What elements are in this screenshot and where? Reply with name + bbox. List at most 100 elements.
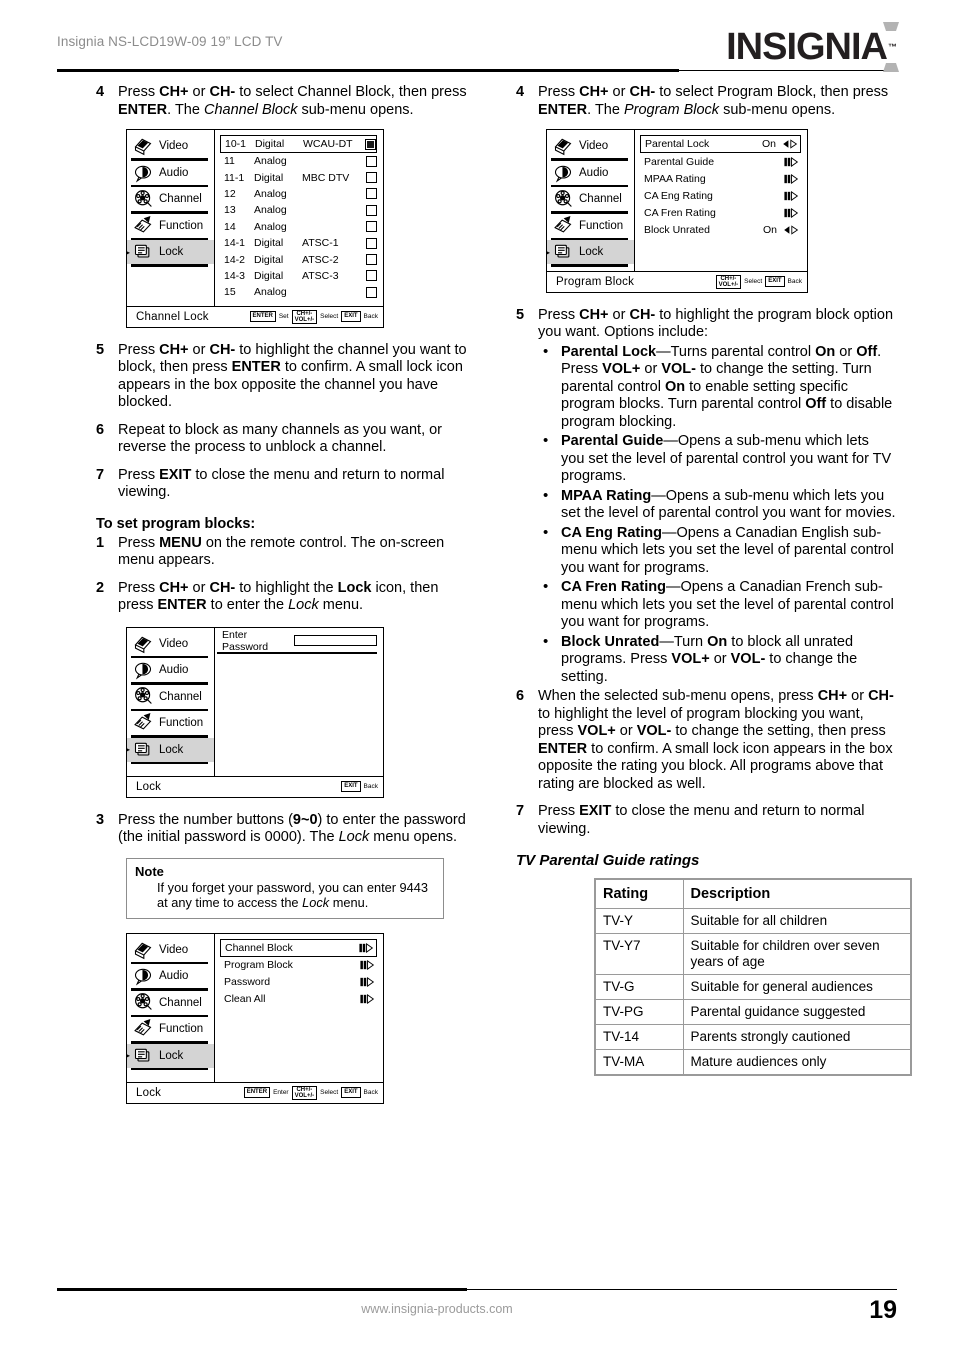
menu-option-label: Program Block [224, 959, 293, 972]
table-row[interactable]: 13 Analog [220, 202, 377, 218]
channel-block-menu-screenshot: Video Audio Channel Function ▸ Lock 10-1 Digit… [126, 129, 384, 328]
menu-option-control[interactable] [781, 207, 801, 218]
channel-type: Digital [254, 269, 284, 282]
menu-sidebar-item-audio[interactable]: Audio [127, 161, 214, 185]
menu-option-control[interactable] [357, 960, 377, 971]
lock-checkbox[interactable] [366, 237, 377, 249]
table-row[interactable]: 11 Analog [220, 153, 377, 169]
lock-checkbox[interactable] [366, 270, 377, 282]
menu-option-row[interactable]: Parental Lock On [640, 135, 801, 153]
bars-right-icon [783, 207, 798, 218]
menu-sidebar-item-function[interactable]: Function [127, 1017, 214, 1041]
menu-option-control[interactable] [356, 942, 376, 953]
menu-option-control[interactable] [357, 977, 377, 988]
audio-icon [550, 163, 576, 183]
menu-sidebar-items-lock: Video Audio Channel Function ▸ Lock [126, 938, 214, 1071]
password-input[interactable] [293, 635, 377, 647]
lock-checkbox[interactable] [366, 172, 377, 184]
menu-sidebar-item-video[interactable]: Video [127, 938, 214, 962]
menu-option-control[interactable] [781, 173, 801, 184]
menu-footer-label: Lock [136, 1086, 162, 1099]
step-pb-1: 1 Press MENU on the remote control. The … [96, 535, 476, 570]
list-item: CA Eng Rating—Opens a Canadian English s… [538, 524, 896, 578]
bars-right-icon [359, 977, 374, 988]
step-number: 6 [516, 688, 525, 704]
description-cell: Parents strongly cautioned [682, 1024, 912, 1050]
menu-option-row[interactable]: MPAA Rating [640, 170, 801, 187]
menu-option-row[interactable]: Clean All [220, 991, 377, 1008]
remote-key-hint-label: Enter [273, 1089, 289, 1097]
table-row[interactable]: 15 Analog [220, 284, 377, 300]
step-pb-3: 3 Press the number buttons (9~0) to ente… [96, 812, 476, 847]
step-right-4: 4 Press CH+ or CH- to select Program Blo… [516, 84, 896, 119]
menu-option-control[interactable] [781, 224, 801, 235]
channel-type: Analog [254, 155, 287, 168]
menu-sidebar-item-channel[interactable]: Channel [127, 685, 214, 709]
table-column-header: Description [682, 878, 912, 909]
menu-hints-prog: CH+/- VOL+/- Select EXIT Back [715, 274, 802, 289]
menu-option-control[interactable] [780, 139, 800, 149]
menu-sidebar-item-audio[interactable]: Audio [127, 658, 214, 682]
menu-sidebar-item-video[interactable]: Video [127, 632, 214, 656]
menu-sidebar-item-label: Video [159, 637, 189, 650]
password-pane: Enter Password [215, 628, 383, 776]
menu-option-row[interactable]: CA Eng Rating [640, 187, 801, 204]
lock-checkbox[interactable] [366, 204, 377, 216]
menu-sidebar-item-channel[interactable]: Channel [547, 187, 634, 211]
channel-type: Digital [254, 237, 284, 250]
table-row[interactable]: 14-2 Digital ATSC-2 [220, 251, 377, 267]
menu-sidebar-item-function[interactable]: Function [127, 214, 214, 238]
menu-sidebar-item-function[interactable]: Function [127, 711, 214, 735]
selection-caret-icon: ▸ [126, 745, 131, 755]
menu-sidebar-item-audio[interactable]: Audio [547, 161, 634, 185]
table-column-header: Rating [594, 878, 684, 909]
menu-option-label: Block Unrated [644, 223, 710, 236]
menu-sidebar-item-audio[interactable]: Audio [127, 964, 214, 988]
menu-option-row[interactable]: Parental Guide [640, 153, 801, 170]
menu-sidebar-item-lock[interactable]: ▸ Lock [546, 240, 634, 264]
rating-cell: TV-14 [594, 1024, 684, 1050]
insignia-logo-text: INSIGNIA [726, 25, 888, 68]
menu-option-row[interactable]: Password [220, 974, 377, 991]
menu-sidebar-item-function[interactable]: Function [547, 214, 634, 238]
table-row[interactable]: 14-3 Digital ATSC-3 [220, 268, 377, 284]
menu-option-row[interactable]: CA Fren Rating [640, 204, 801, 221]
table-row[interactable]: 14-1 Digital ATSC-1 [220, 235, 377, 251]
table-row[interactable]: 11-1 Digital MBC DTV [220, 169, 377, 185]
menu-option-row[interactable]: Channel Block [220, 938, 377, 957]
step-left-5: 5 Press CH+ or CH- to highlight the chan… [96, 342, 476, 412]
selection-caret-icon: ▸ [126, 247, 131, 257]
menu-option-row[interactable]: Program Block [220, 957, 377, 974]
table-row[interactable]: 10-1 Digital WCAU-DT [220, 135, 377, 153]
lock-checkbox-checked[interactable] [365, 138, 376, 150]
lock-checkbox[interactable] [366, 188, 377, 200]
lock-checkbox[interactable] [366, 221, 377, 233]
menu-option-control[interactable] [781, 190, 801, 201]
menu-sidebar-item-lock[interactable]: ▸ Lock [126, 240, 214, 264]
table-row[interactable]: 14 Analog [220, 219, 377, 235]
left-column: 4 Press CH+ or CH- to select Channel Blo… [96, 84, 476, 1104]
menu-sidebar-item-label: Video [579, 140, 609, 152]
step-right-6: 6 When the selected sub-menu opens, pres… [516, 688, 896, 793]
remote-key-hint-label: Back [363, 1089, 378, 1097]
menu-sidebar-item-channel[interactable]: Channel [127, 187, 214, 211]
table-row: TV-PG Parental guidance suggested [594, 999, 912, 1025]
channel-name: MBC DTV [302, 171, 350, 184]
menu-option-row[interactable]: Block Unrated On [640, 221, 801, 238]
lock-checkbox[interactable] [366, 286, 377, 298]
function-icon [130, 215, 156, 236]
menu-sidebar-item-channel[interactable]: Channel [127, 991, 214, 1015]
lock-checkbox[interactable] [366, 155, 377, 167]
page-header: Insignia NS-LCD19W-09 19” LCD TV INSIGNI… [57, 22, 900, 72]
menu-option-control[interactable] [781, 156, 801, 167]
bars-right-icon [359, 960, 374, 971]
menu-sidebar-item-lock[interactable]: ▸ Lock [126, 1043, 214, 1068]
lock-checkbox[interactable] [366, 254, 377, 266]
menu-sidebar-item-video[interactable]: Video [547, 134, 634, 158]
channel-type: Analog [254, 204, 287, 217]
menu-option-control[interactable] [357, 994, 377, 1005]
menu-sidebar-item-video[interactable]: Video [127, 134, 214, 158]
menu-sidebar-item-lock[interactable]: ▸ Lock [126, 737, 214, 762]
menu-sidebar-item-label: Function [159, 219, 204, 232]
table-row[interactable]: 12 Analog [220, 186, 377, 202]
